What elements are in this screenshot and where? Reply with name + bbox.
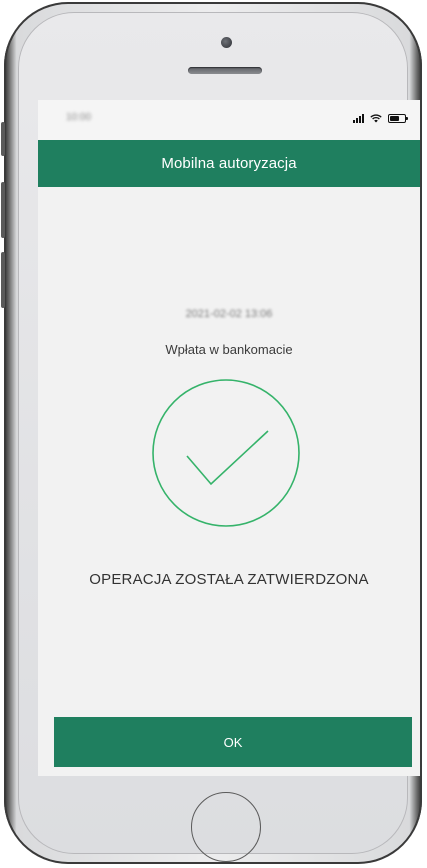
front-camera-icon (221, 37, 232, 48)
check-circle (152, 379, 300, 527)
earpiece-speaker-icon (188, 67, 262, 74)
page-title: Mobilna autoryzacja (161, 155, 297, 172)
checkmark-circle-icon (152, 379, 300, 527)
home-button-icon[interactable] (191, 792, 261, 862)
battery-icon (388, 113, 408, 123)
ok-button[interactable]: OK (54, 717, 412, 767)
status-bar: 10:00 (38, 100, 420, 140)
volume-up-button (1, 182, 5, 238)
app-header: Mobilna autoryzacja (38, 140, 420, 187)
status-time: 10:00 (66, 112, 92, 123)
signal-icon (353, 113, 364, 123)
operation-name: Wpłata w bankomacie (165, 342, 293, 357)
check-mark (186, 430, 269, 486)
wifi-icon (370, 113, 382, 122)
status-icons (353, 112, 408, 124)
operation-datetime: 2021-02-02 13:06 (185, 308, 273, 320)
phone-screen: 10:00 Mobilna autoryzacja 2021-02-02 13:… (38, 100, 420, 776)
mute-switch (1, 122, 5, 156)
volume-down-button (1, 252, 5, 308)
confirmation-message: OPERACJA ZOSTAŁA ZATWIERDZONA (89, 571, 369, 588)
